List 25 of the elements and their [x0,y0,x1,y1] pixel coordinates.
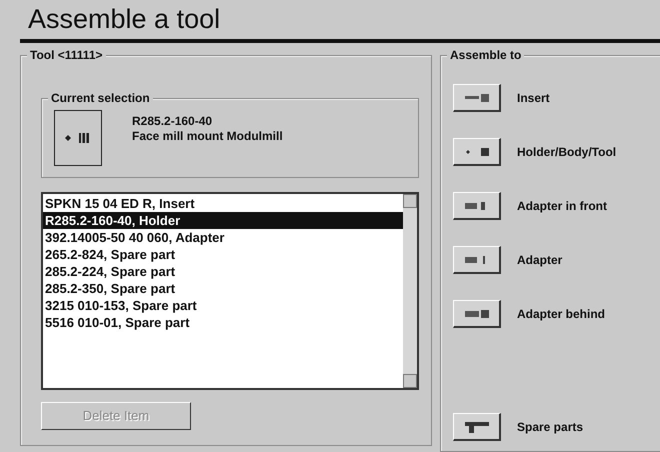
bracket-icon [462,420,490,434]
option-label: Spare parts [517,419,584,436]
selection-text: Face mill mount Modulmill [132,129,283,144]
assemble-button[interactable] [453,413,501,441]
window-title: Assemble a tool [27,3,222,36]
list-item[interactable]: 285.2-350, Spare part [43,280,403,297]
selection-text: R285.2-160-40 [132,114,214,129]
option-label: Insert [517,90,550,107]
assemble-button[interactable] [453,192,501,220]
assemble-button[interactable] [453,138,501,166]
list-item[interactable]: 5516 010-01, Spare part [43,314,403,331]
list-item[interactable]: SPKN 15 04 ED R, Insert [43,195,403,212]
list-item[interactable]: 285.2-224, Spare part [43,263,403,280]
list-item[interactable]: 392.14005-50 40 060, Adapter [43,229,403,246]
assemble-button[interactable] [453,84,501,112]
list-item[interactable]: 265.2-824, Spare part [43,246,403,263]
assemble-button[interactable] [453,300,501,328]
option-label: Adapter [517,252,562,269]
list-item[interactable]: 3215 010-153, Spare part [43,297,403,314]
option-label: Adapter behind [517,306,606,323]
option-label: Holder/Body/Tool [517,144,616,161]
option-label: Adapter in front [517,198,607,215]
list-item[interactable]: R285.2-160-40, Holder [43,212,403,229]
assemble-button[interactable] [453,246,501,274]
scrollbar[interactable] [403,194,417,388]
